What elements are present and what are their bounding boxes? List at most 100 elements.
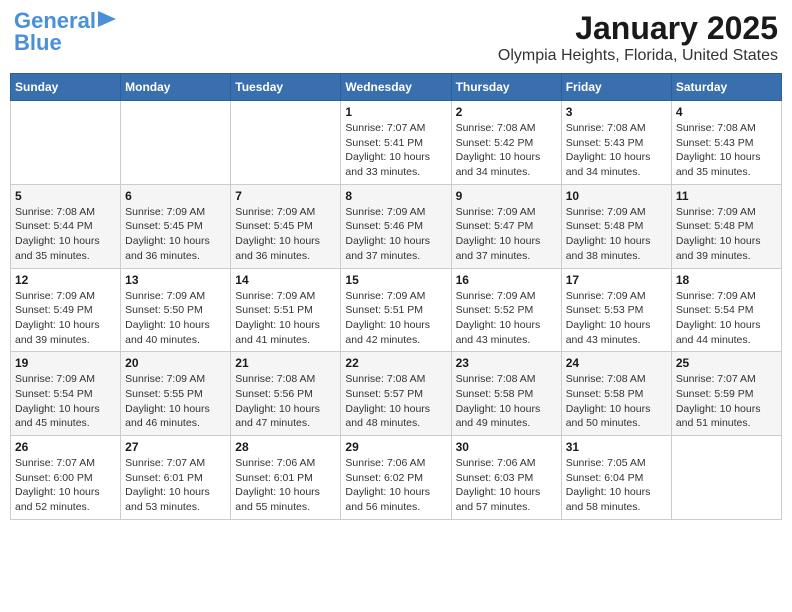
- day-info: Sunrise: 7:05 AM Sunset: 6:04 PM Dayligh…: [566, 456, 667, 515]
- day-number: 31: [566, 440, 667, 454]
- calendar-cell: 6Sunrise: 7:09 AM Sunset: 5:45 PM Daylig…: [121, 184, 231, 268]
- day-number: 25: [676, 356, 777, 370]
- page-header: General Blue January 2025 Olympia Height…: [10, 10, 782, 65]
- calendar-cell: 16 Sunrise: 7:09 AM Sunset: 5:52 PM Dayli…: [451, 268, 561, 352]
- day-info: Sunrise: 7:08 AM Sunset: 5:58 PM Dayligh…: [456, 372, 557, 431]
- day-info: Sunrise: 7:07 AM Sunset: 5:41 PM Dayligh…: [345, 121, 446, 180]
- day-info: Sunrise: 7:07 AM Sunset: 6:01 PM Dayligh…: [125, 456, 226, 515]
- calendar-cell: 26Sunrise: 7:07 AM Sunset: 6:00 PM Dayli…: [11, 436, 121, 520]
- logo-blue-text: Blue: [14, 32, 62, 54]
- day-number: 26: [15, 440, 116, 454]
- day-number: 2: [456, 105, 557, 119]
- calendar-cell: 23 Sunrise: 7:08 AM Sunset: 5:58 PM Dayli…: [451, 352, 561, 436]
- day-info: Sunrise: 7:09 AM Sunset: 5:54 PM Dayligh…: [15, 372, 116, 431]
- calendar-cell: [671, 436, 781, 520]
- calendar-cell: 22 Sunrise: 7:08 AM Sunset: 5:57 PM Dayli…: [341, 352, 451, 436]
- calendar-cell: 30Sunrise: 7:06 AM Sunset: 6:03 PM Dayli…: [451, 436, 561, 520]
- day-number: 5: [15, 189, 116, 203]
- day-number: 8: [345, 189, 446, 203]
- day-info: Sunrise: 7:09 AM Sunset: 5:55 PM Dayligh…: [125, 372, 226, 431]
- day-info: Sunrise: 7:08 AM Sunset: 5:57 PM Dayligh…: [345, 372, 446, 431]
- calendar-cell: 11 Sunrise: 7:09 AM Sunset: 5:48 PM Dayli…: [671, 184, 781, 268]
- day-number: 7: [235, 189, 336, 203]
- day-number: 16: [456, 273, 557, 287]
- calendar-cell: 18 Sunrise: 7:09 AM Sunset: 5:54 PM Dayli…: [671, 268, 781, 352]
- day-number: 17: [566, 273, 667, 287]
- day-info: Sunrise: 7:09 AM Sunset: 5:48 PM Dayligh…: [676, 205, 777, 264]
- day-number: 12: [15, 273, 116, 287]
- day-info: Sunrise: 7:08 AM Sunset: 5:56 PM Dayligh…: [235, 372, 336, 431]
- calendar-cell: 10Sunrise: 7:09 AM Sunset: 5:48 PM Dayli…: [561, 184, 671, 268]
- calendar-cell: 27 Sunrise: 7:07 AM Sunset: 6:01 PM Dayli…: [121, 436, 231, 520]
- calendar-cell: 8 Sunrise: 7:09 AM Sunset: 5:46 PM Daylig…: [341, 184, 451, 268]
- calendar-cell: 19Sunrise: 7:09 AM Sunset: 5:54 PM Dayli…: [11, 352, 121, 436]
- calendar-cell: 12Sunrise: 7:09 AM Sunset: 5:49 PM Dayli…: [11, 268, 121, 352]
- calendar-cell: 24 Sunrise: 7:08 AM Sunset: 5:58 PM Dayli…: [561, 352, 671, 436]
- day-info: Sunrise: 7:08 AM Sunset: 5:44 PM Dayligh…: [15, 205, 116, 264]
- calendar-cell: 4 Sunrise: 7:08 AM Sunset: 5:43 PM Daylig…: [671, 101, 781, 185]
- day-number: 18: [676, 273, 777, 287]
- day-info: Sunrise: 7:08 AM Sunset: 5:43 PM Dayligh…: [676, 121, 777, 180]
- day-info: Sunrise: 7:08 AM Sunset: 5:58 PM Dayligh…: [566, 372, 667, 431]
- day-number: 22: [345, 356, 446, 370]
- weekday-header-monday: Monday: [121, 74, 231, 101]
- calendar-cell: 5 Sunrise: 7:08 AM Sunset: 5:44 PM Daylig…: [11, 184, 121, 268]
- calendar-cell: 21Sunrise: 7:08 AM Sunset: 5:56 PM Dayli…: [231, 352, 341, 436]
- day-info: Sunrise: 7:09 AM Sunset: 5:46 PM Dayligh…: [345, 205, 446, 264]
- day-number: 14: [235, 273, 336, 287]
- title-block: January 2025 Olympia Heights, Florida, U…: [498, 10, 778, 65]
- calendar-cell: 9 Sunrise: 7:09 AM Sunset: 5:47 PM Daylig…: [451, 184, 561, 268]
- weekday-header-friday: Friday: [561, 74, 671, 101]
- calendar-cell: [231, 101, 341, 185]
- calendar-week-row: 19Sunrise: 7:09 AM Sunset: 5:54 PM Dayli…: [11, 352, 782, 436]
- day-number: 9: [456, 189, 557, 203]
- calendar-week-row: 12Sunrise: 7:09 AM Sunset: 5:49 PM Dayli…: [11, 268, 782, 352]
- calendar-week-row: 26Sunrise: 7:07 AM Sunset: 6:00 PM Dayli…: [11, 436, 782, 520]
- day-info: Sunrise: 7:09 AM Sunset: 5:52 PM Dayligh…: [456, 289, 557, 348]
- day-info: Sunrise: 7:09 AM Sunset: 5:47 PM Dayligh…: [456, 205, 557, 264]
- day-info: Sunrise: 7:07 AM Sunset: 5:59 PM Dayligh…: [676, 372, 777, 431]
- day-info: Sunrise: 7:09 AM Sunset: 5:48 PM Dayligh…: [566, 205, 667, 264]
- weekday-header-tuesday: Tuesday: [231, 74, 341, 101]
- weekday-header-saturday: Saturday: [671, 74, 781, 101]
- day-number: 1: [345, 105, 446, 119]
- day-info: Sunrise: 7:08 AM Sunset: 5:42 PM Dayligh…: [456, 121, 557, 180]
- calendar-cell: 3 Sunrise: 7:08 AM Sunset: 5:43 PM Daylig…: [561, 101, 671, 185]
- weekday-header-sunday: Sunday: [11, 74, 121, 101]
- calendar-cell: 15Sunrise: 7:09 AM Sunset: 5:51 PM Dayli…: [341, 268, 451, 352]
- calendar-cell: 7Sunrise: 7:09 AM Sunset: 5:45 PM Daylig…: [231, 184, 341, 268]
- calendar-cell: [121, 101, 231, 185]
- logo: General Blue: [14, 10, 116, 54]
- calendar-table: SundayMondayTuesdayWednesdayThursdayFrid…: [10, 73, 782, 520]
- weekday-header-row: SundayMondayTuesdayWednesdayThursdayFrid…: [11, 74, 782, 101]
- day-info: Sunrise: 7:09 AM Sunset: 5:54 PM Dayligh…: [676, 289, 777, 348]
- calendar-cell: 29Sunrise: 7:06 AM Sunset: 6:02 PM Dayli…: [341, 436, 451, 520]
- calendar-cell: [11, 101, 121, 185]
- calendar-title: January 2025: [498, 10, 778, 47]
- day-info: Sunrise: 7:09 AM Sunset: 5:53 PM Dayligh…: [566, 289, 667, 348]
- calendar-cell: 14 Sunrise: 7:09 AM Sunset: 5:51 PM Dayli…: [231, 268, 341, 352]
- calendar-cell: 25 Sunrise: 7:07 AM Sunset: 5:59 PM Dayli…: [671, 352, 781, 436]
- day-number: 23: [456, 356, 557, 370]
- calendar-subtitle: Olympia Heights, Florida, United States: [498, 47, 778, 65]
- day-info: Sunrise: 7:08 AM Sunset: 5:43 PM Dayligh…: [566, 121, 667, 180]
- day-info: Sunrise: 7:09 AM Sunset: 5:51 PM Dayligh…: [345, 289, 446, 348]
- day-number: 29: [345, 440, 446, 454]
- day-number: 6: [125, 189, 226, 203]
- day-number: 28: [235, 440, 336, 454]
- day-number: 4: [676, 105, 777, 119]
- calendar-cell: 13Sunrise: 7:09 AM Sunset: 5:50 PM Dayli…: [121, 268, 231, 352]
- day-number: 3: [566, 105, 667, 119]
- day-number: 11: [676, 189, 777, 203]
- calendar-cell: 31 Sunrise: 7:05 AM Sunset: 6:04 PM Dayli…: [561, 436, 671, 520]
- day-number: 27: [125, 440, 226, 454]
- logo-text: General: [14, 10, 96, 32]
- day-info: Sunrise: 7:09 AM Sunset: 5:51 PM Dayligh…: [235, 289, 336, 348]
- calendar-cell: 28 Sunrise: 7:06 AM Sunset: 6:01 PM Dayli…: [231, 436, 341, 520]
- day-info: Sunrise: 7:06 AM Sunset: 6:03 PM Dayligh…: [456, 456, 557, 515]
- day-number: 13: [125, 273, 226, 287]
- calendar-cell: 2 Sunrise: 7:08 AM Sunset: 5:42 PM Daylig…: [451, 101, 561, 185]
- calendar-cell: 20Sunrise: 7:09 AM Sunset: 5:55 PM Dayli…: [121, 352, 231, 436]
- day-number: 24: [566, 356, 667, 370]
- day-info: Sunrise: 7:06 AM Sunset: 6:01 PM Dayligh…: [235, 456, 336, 515]
